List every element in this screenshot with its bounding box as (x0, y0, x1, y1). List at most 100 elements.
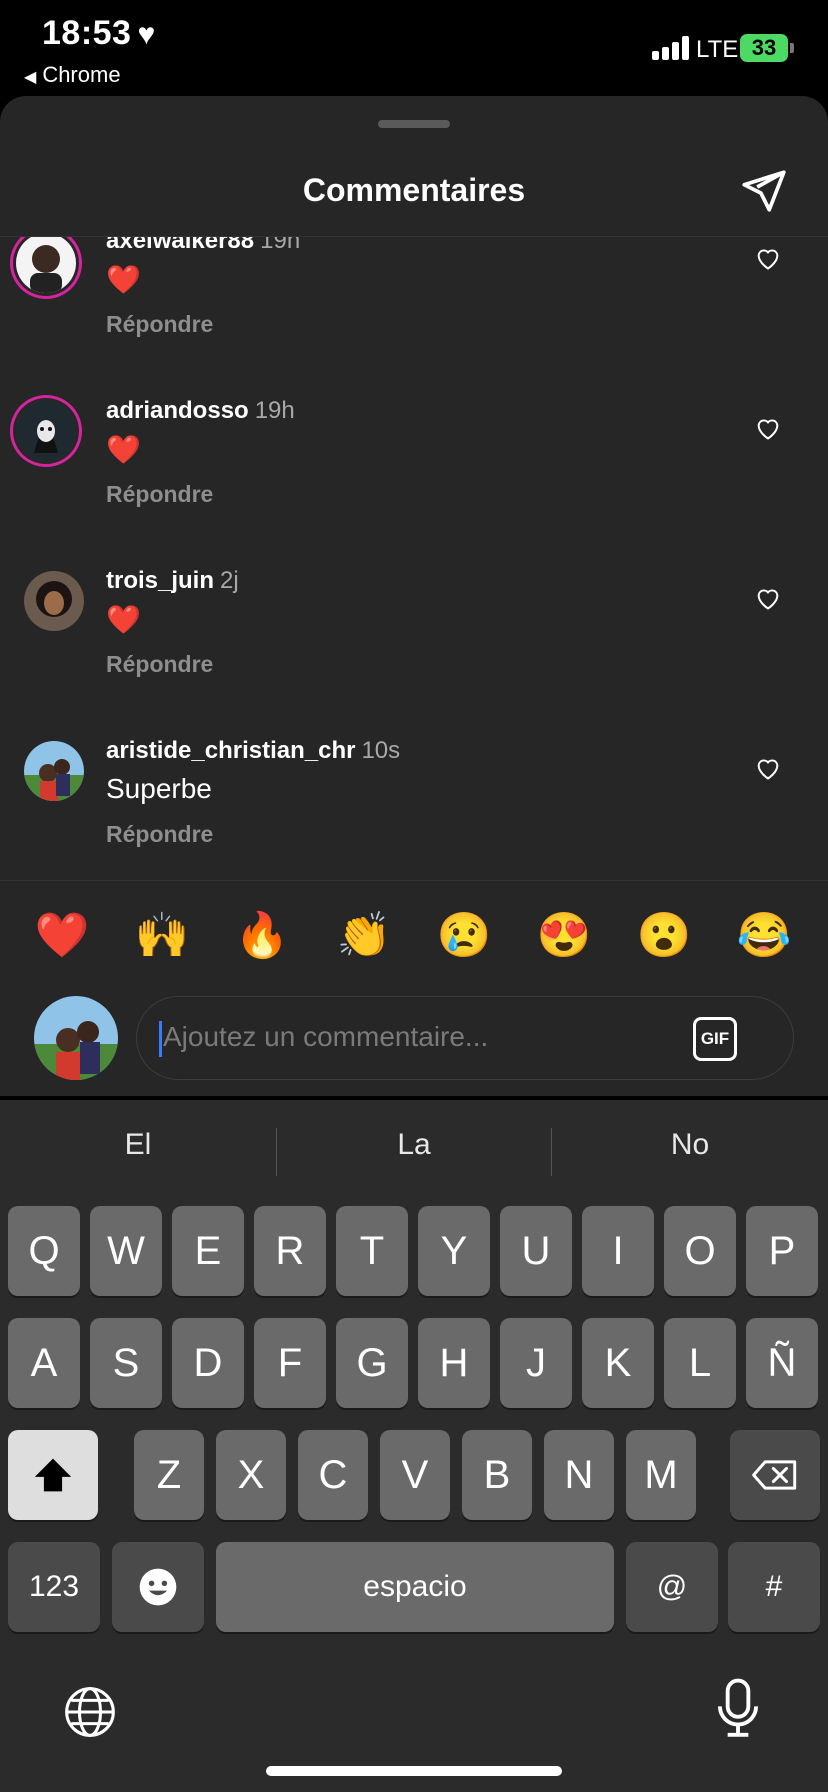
comment-username[interactable]: aristide_christian_chr 10s (106, 737, 400, 765)
key-u[interactable]: U (500, 1206, 572, 1296)
reaction-laughing-emoji[interactable]: 😂 (734, 906, 794, 966)
suggestion-1[interactable]: El (0, 1128, 276, 1162)
send-icon[interactable] (738, 166, 788, 216)
comment-item: aristide_christian_chr 10s Superbe Répond… (0, 737, 828, 877)
comment-placeholder: Ajoutez un commentaire... (163, 1021, 489, 1052)
heart-icon: ♥ (137, 18, 156, 51)
like-heart-icon[interactable] (754, 585, 782, 611)
avatar[interactable] (16, 237, 76, 293)
keyboard: El La No Q W E R T Y U I O P A S D F G H… (0, 1100, 828, 1792)
reply-button[interactable]: Répondre (106, 311, 213, 338)
comment-time: 19h (254, 397, 295, 424)
comment-text: ❤️ (106, 604, 141, 635)
comment-time: 2j (220, 567, 239, 594)
comment-username[interactable]: axelwalker88 19h (106, 237, 300, 255)
key-t[interactable]: T (336, 1206, 408, 1296)
reactions-divider (0, 880, 828, 881)
gif-button[interactable]: GIF (693, 1017, 737, 1061)
key-b[interactable]: B (462, 1430, 532, 1520)
avatar-image (16, 401, 76, 461)
reply-button[interactable]: Répondre (106, 651, 213, 678)
comment-item: axelwalker88 19h ❤️ Répondre (0, 237, 828, 387)
comment-text: Superbe (106, 773, 212, 804)
sheet-grabber[interactable] (378, 120, 450, 128)
key-x[interactable]: X (216, 1430, 286, 1520)
avatar[interactable] (16, 401, 76, 461)
key-n-tilde[interactable]: Ñ (746, 1318, 818, 1408)
suggestion-2[interactable]: La (276, 1128, 552, 1162)
comment-input[interactable]: Ajoutez un commentaire... GIF (136, 996, 794, 1080)
back-triangle-icon: ◀ (24, 69, 37, 86)
key-j[interactable]: J (500, 1318, 572, 1408)
sheet-title: Commentaires (302, 172, 526, 208)
reply-button[interactable]: Répondre (106, 481, 213, 508)
key-e[interactable]: E (172, 1206, 244, 1296)
comments-sheet: Commentaires axelwalker88 19h ❤️ Répondre… (0, 96, 828, 1096)
time-text: 18:53 (42, 14, 132, 52)
hash-key[interactable]: # (728, 1542, 820, 1632)
comment-time: 10s (361, 737, 401, 764)
key-d[interactable]: D (172, 1318, 244, 1408)
key-h[interactable]: H (418, 1318, 490, 1408)
globe-icon[interactable] (62, 1684, 118, 1740)
my-avatar (34, 996, 118, 1080)
key-f[interactable]: F (254, 1318, 326, 1408)
microphone-icon[interactable] (712, 1678, 764, 1740)
key-s[interactable]: S (90, 1318, 162, 1408)
reaction-surprised-emoji[interactable]: 😮 (634, 906, 694, 966)
reaction-clap-emoji[interactable]: 👏 (334, 906, 394, 966)
numbers-key[interactable]: 123 (8, 1542, 100, 1632)
key-r[interactable]: R (254, 1206, 326, 1296)
backspace-icon (752, 1460, 797, 1490)
at-key[interactable]: @ (626, 1542, 718, 1632)
key-v[interactable]: V (380, 1430, 450, 1520)
key-w[interactable]: W (90, 1206, 162, 1296)
reply-button[interactable]: Répondre (106, 821, 213, 848)
back-app-label: Chrome (42, 62, 121, 87)
like-heart-icon[interactable] (754, 415, 782, 441)
key-a[interactable]: A (8, 1318, 80, 1408)
space-key[interactable]: espacio (216, 1542, 614, 1632)
avatar[interactable] (24, 741, 84, 801)
battery-tip (790, 43, 794, 53)
backspace-key[interactable] (730, 1430, 820, 1520)
username-text: aristide_christian_chr (106, 737, 356, 764)
my-avatar-image (34, 996, 118, 1080)
username-text: adriandosso (106, 397, 249, 424)
emoji-key[interactable] (112, 1542, 204, 1632)
suggestion-3[interactable]: No (552, 1128, 828, 1162)
reaction-fire-emoji[interactable]: 🔥 (232, 906, 292, 966)
avatar[interactable] (24, 571, 84, 631)
key-o[interactable]: O (664, 1206, 736, 1296)
reaction-heart-emoji[interactable]: ❤️ (32, 906, 92, 966)
back-to-app-link[interactable]: ◀ Chrome (24, 62, 121, 88)
status-bar: 18:53 ♥ ◀ Chrome LTE 33 (0, 0, 828, 96)
comment-text: ❤️ (106, 434, 141, 465)
key-l[interactable]: L (664, 1318, 736, 1408)
key-n[interactable]: N (544, 1430, 614, 1520)
avatar-image (16, 237, 76, 293)
home-indicator[interactable] (266, 1766, 562, 1776)
key-g[interactable]: G (336, 1318, 408, 1408)
key-c[interactable]: C (298, 1430, 368, 1520)
key-k[interactable]: K (582, 1318, 654, 1408)
key-p[interactable]: P (746, 1206, 818, 1296)
key-q[interactable]: Q (8, 1206, 80, 1296)
reaction-crying-emoji[interactable]: 😢 (434, 906, 494, 966)
username-text: trois_juin (106, 567, 215, 594)
comment-username[interactable]: trois_juin 2j (106, 567, 239, 595)
key-z[interactable]: Z (134, 1430, 204, 1520)
key-y[interactable]: Y (418, 1206, 490, 1296)
username-text: axelwalker88 (106, 237, 255, 254)
comment-item: adriandosso 19h ❤️ Répondre (0, 397, 828, 557)
like-heart-icon[interactable] (754, 755, 782, 781)
like-heart-icon[interactable] (754, 245, 782, 271)
reaction-raised-hands-emoji[interactable]: 🙌 (132, 906, 192, 966)
shift-key[interactable] (8, 1430, 98, 1520)
comment-text: ❤️ (106, 264, 141, 295)
key-i[interactable]: I (582, 1206, 654, 1296)
network-type: LTE (696, 36, 739, 63)
key-m[interactable]: M (626, 1430, 696, 1520)
reaction-heart-eyes-emoji[interactable]: 😍 (534, 906, 594, 966)
comment-username[interactable]: adriandosso 19h (106, 397, 295, 425)
